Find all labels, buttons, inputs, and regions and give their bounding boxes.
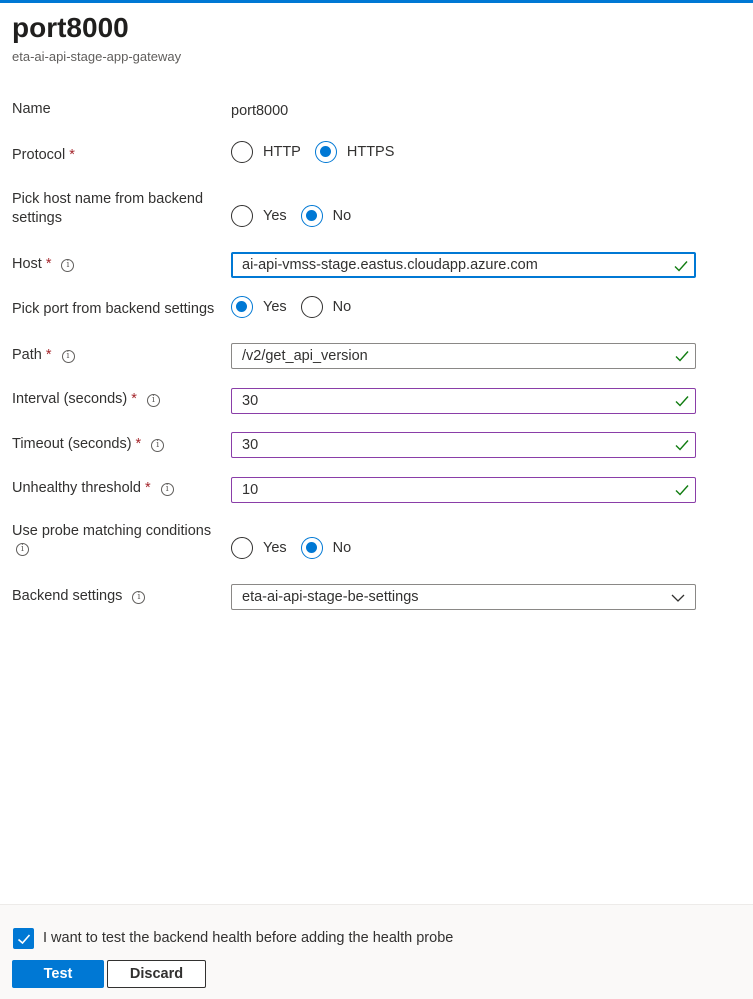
required-marker: * bbox=[45, 256, 52, 272]
pick-host-label-line1: Pick host name from backend bbox=[12, 191, 204, 207]
timeout-label: Timeout (seconds) * i bbox=[12, 435, 165, 454]
timeout-input[interactable]: 30 bbox=[231, 432, 696, 458]
unhealthy-threshold-input[interactable]: 10 bbox=[231, 477, 696, 503]
interval-label-text: Interval (seconds) bbox=[12, 391, 128, 407]
backend-settings-selected-value: eta-ai-api-stage-be-settings bbox=[242, 589, 419, 605]
checkmark-icon bbox=[674, 261, 688, 272]
radio-label: No bbox=[332, 299, 352, 315]
radio-label: Yes bbox=[263, 540, 287, 556]
checkmark-icon bbox=[675, 396, 689, 407]
pick-port-option-no[interactable]: No bbox=[300, 296, 352, 318]
pick-host-label: Pick host name from backend settings bbox=[12, 190, 203, 228]
name-label: Name bbox=[12, 101, 51, 117]
unhealthy-threshold-label: Unhealthy threshold * i bbox=[12, 479, 174, 498]
path-input[interactable]: /v2/get_api_version bbox=[231, 343, 696, 369]
checkmark-icon bbox=[675, 485, 689, 496]
backend-settings-label-text: Backend settings bbox=[12, 588, 123, 604]
radio-label: Yes bbox=[263, 208, 287, 224]
backend-settings-label: Backend settings i bbox=[12, 587, 146, 606]
pick-port-option-yes[interactable]: Yes bbox=[231, 296, 287, 318]
path-input-value: /v2/get_api_version bbox=[242, 348, 368, 364]
info-icon[interactable]: i bbox=[16, 543, 29, 556]
protocol-label-text: Protocol bbox=[12, 147, 66, 163]
chevron-down-icon[interactable] bbox=[671, 591, 685, 605]
interval-label: Interval (seconds) * i bbox=[12, 390, 160, 409]
backend-settings-dropdown[interactable]: eta-ai-api-stage-be-settings bbox=[231, 584, 696, 610]
checkmark-icon bbox=[17, 933, 30, 944]
radio-circle[interactable] bbox=[300, 296, 323, 318]
radio-circle-selected[interactable] bbox=[314, 141, 337, 163]
host-label: Host * i bbox=[12, 255, 75, 274]
host-input-value: ai-api-vmss-stage.eastus.cloudapp.azure.… bbox=[242, 257, 538, 273]
path-label-text: Path bbox=[12, 347, 42, 363]
radio-circle[interactable] bbox=[231, 205, 253, 227]
radio-label: Yes bbox=[263, 299, 287, 315]
radio-label: HTTP bbox=[263, 144, 301, 160]
unhealthy-threshold-input-value: 10 bbox=[242, 482, 259, 498]
unhealthy-threshold-label-text: Unhealthy threshold bbox=[12, 480, 141, 496]
host-label-text: Host bbox=[12, 256, 42, 272]
info-icon[interactable]: i bbox=[146, 394, 160, 407]
probe-matching-label: Use probe matching conditions i bbox=[12, 522, 211, 556]
required-marker: * bbox=[45, 347, 52, 363]
path-label: Path * i bbox=[12, 346, 75, 365]
test-health-checkbox[interactable] bbox=[13, 928, 34, 949]
timeout-input-value: 30 bbox=[242, 437, 259, 453]
radio-label: No bbox=[332, 208, 352, 224]
radio-circle[interactable] bbox=[231, 537, 253, 559]
pick-host-radio-group: Yes No bbox=[231, 204, 365, 228]
required-marker: * bbox=[135, 436, 142, 452]
info-icon[interactable]: i bbox=[151, 439, 165, 452]
radio-label: No bbox=[332, 540, 352, 556]
page-subtitle: eta-ai-api-stage-app-gateway bbox=[12, 49, 182, 64]
probe-matching-radio-group: Yes No bbox=[231, 536, 365, 560]
radio-label: HTTPS bbox=[346, 144, 395, 160]
protocol-radio-group: HTTP HTTPS bbox=[231, 140, 408, 164]
info-icon[interactable]: i bbox=[160, 483, 174, 496]
checkmark-icon bbox=[675, 440, 689, 451]
required-marker: * bbox=[69, 147, 75, 163]
pick-port-radio-group: Yes No bbox=[231, 295, 365, 319]
pick-port-label: Pick port from backend settings bbox=[12, 301, 215, 317]
radio-circle[interactable] bbox=[231, 141, 253, 163]
radio-circle-selected[interactable] bbox=[231, 296, 253, 318]
interval-input-value: 30 bbox=[242, 393, 259, 409]
top-accent-bar bbox=[0, 0, 753, 3]
pick-host-option-yes[interactable]: Yes bbox=[231, 205, 287, 227]
interval-input[interactable]: 30 bbox=[231, 388, 696, 414]
required-marker: * bbox=[144, 480, 151, 496]
pick-host-label-line2: settings bbox=[12, 210, 62, 226]
protocol-option-https[interactable]: HTTPS bbox=[314, 141, 395, 163]
info-icon[interactable]: i bbox=[132, 591, 146, 604]
page-title: port8000 bbox=[12, 12, 129, 43]
test-button[interactable]: Test bbox=[12, 960, 104, 988]
radio-circle-selected[interactable] bbox=[300, 205, 323, 227]
probe-matching-option-yes[interactable]: Yes bbox=[231, 537, 287, 559]
probe-matching-option-no[interactable]: No bbox=[300, 537, 352, 559]
test-health-checkbox-label[interactable]: I want to test the backend health before… bbox=[43, 930, 453, 946]
name-value: port8000 bbox=[231, 103, 289, 119]
pick-host-option-no[interactable]: No bbox=[300, 205, 352, 227]
required-marker: * bbox=[131, 391, 137, 407]
protocol-option-http[interactable]: HTTP bbox=[231, 141, 301, 163]
info-icon[interactable]: i bbox=[61, 350, 75, 363]
info-icon[interactable]: i bbox=[61, 259, 75, 272]
discard-button[interactable]: Discard bbox=[107, 960, 206, 988]
radio-circle-selected[interactable] bbox=[300, 537, 323, 559]
host-input[interactable]: ai-api-vmss-stage.eastus.cloudapp.azure.… bbox=[231, 252, 696, 278]
checkmark-icon bbox=[675, 351, 689, 362]
timeout-label-text: Timeout (seconds) bbox=[12, 436, 132, 452]
probe-matching-label-text: Use probe matching conditions bbox=[12, 523, 212, 539]
protocol-label: Protocol * bbox=[12, 146, 75, 165]
